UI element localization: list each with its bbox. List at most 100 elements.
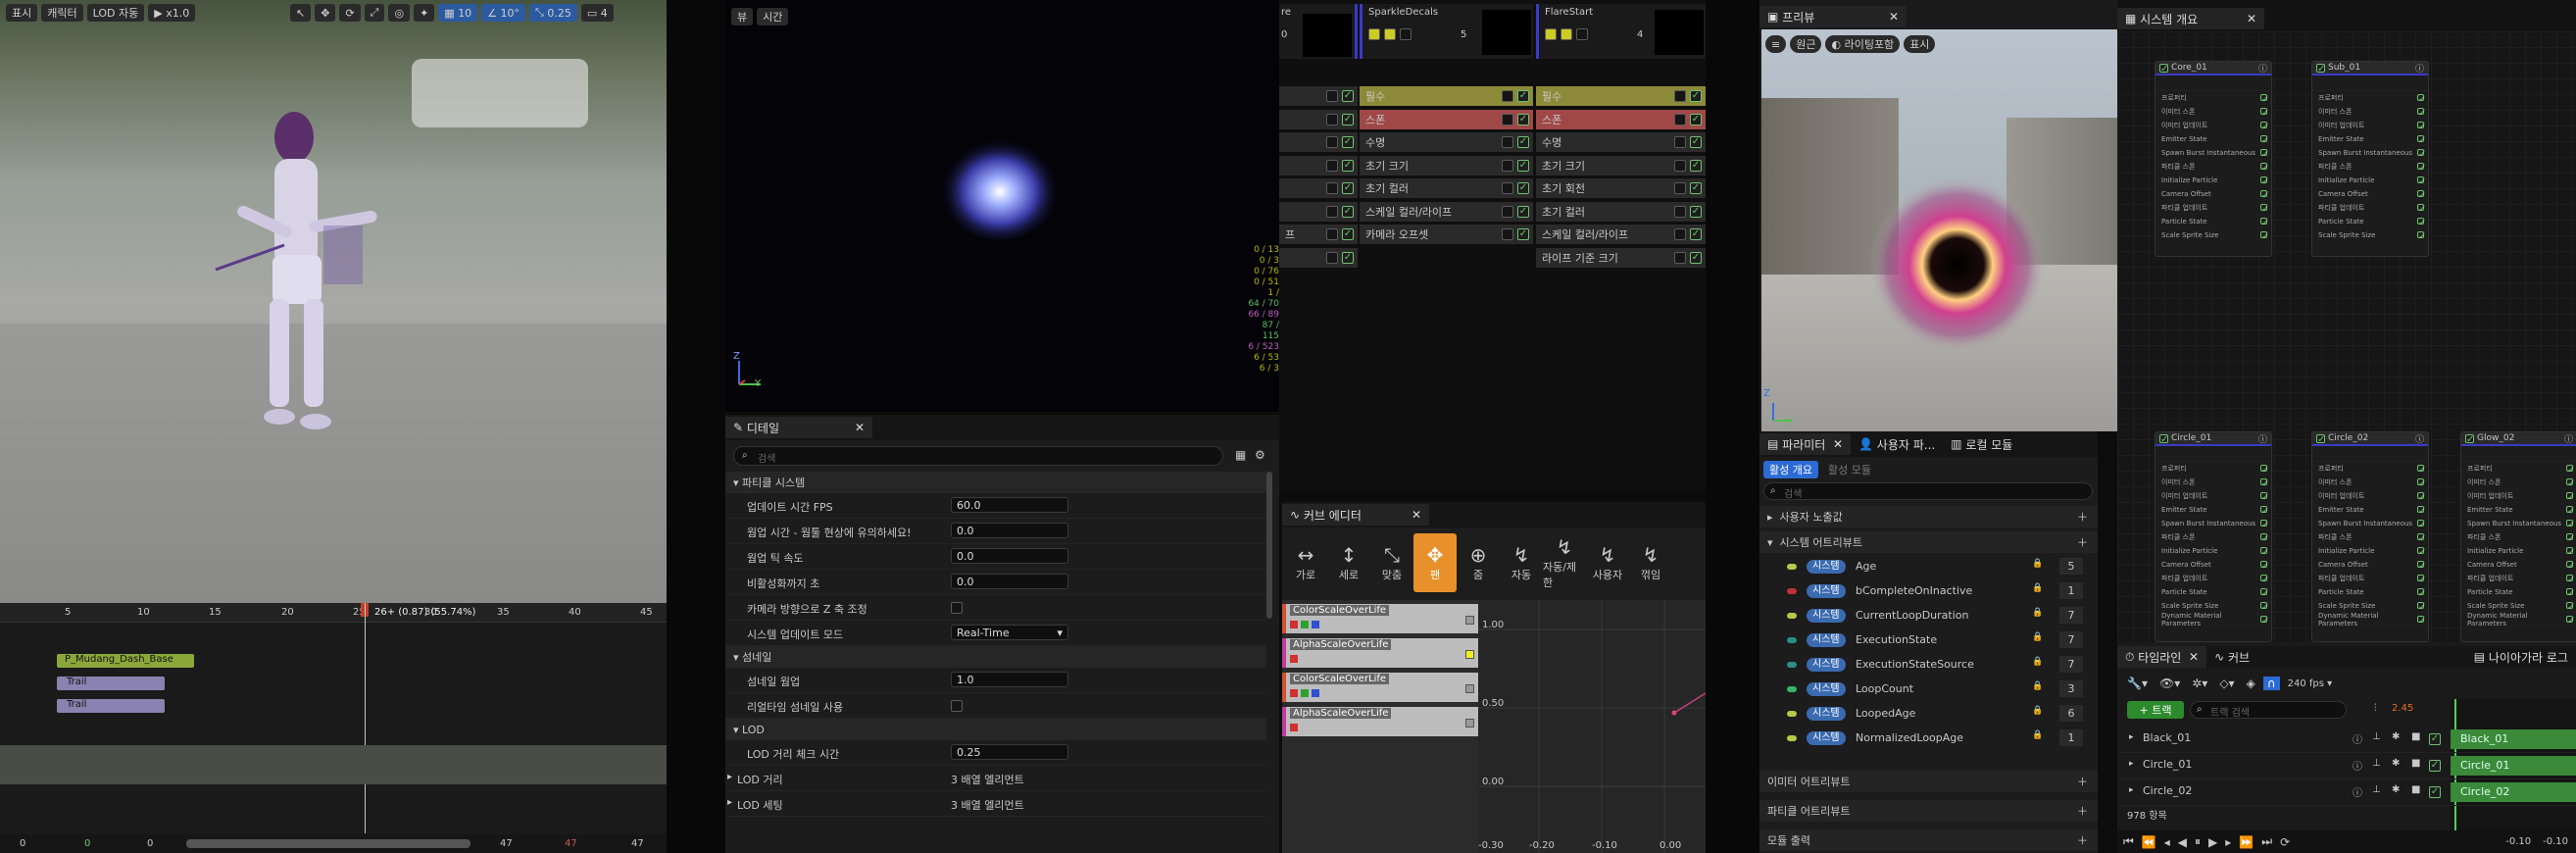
emitter-node-header[interactable]: Glow_02 ⓘ (2461, 432, 2576, 446)
node-module-row[interactable]: 프로퍼티 (2155, 91, 2271, 105)
channel-swatch[interactable] (1290, 724, 1298, 731)
module-row[interactable] (1279, 201, 1358, 222)
node-module-row[interactable]: Initialize Particle (2312, 174, 2428, 187)
module-enable-checkbox[interactable] (1690, 205, 1702, 218)
attribute-row[interactable]: 시스템 CurrentLoopDuration 🔒 7 (1759, 604, 2098, 628)
node-module-checkbox[interactable] (2260, 94, 2267, 101)
key-icon[interactable]: ◇▾ (2219, 677, 2234, 690)
module-enable-checkbox[interactable] (1690, 136, 1702, 148)
module-edit-icon[interactable] (1326, 205, 1338, 218)
chevron-right-icon[interactable]: ▸ (2129, 759, 2134, 769)
node-module-checkbox[interactable] (2260, 533, 2267, 540)
track-enable-checkbox[interactable] (2429, 733, 2441, 745)
visibility-icon[interactable]: ■ (2411, 758, 2420, 769)
curve-tool-button[interactable]: ✥ 팬 (1413, 533, 1457, 592)
node-module-checkbox[interactable] (2566, 478, 2573, 485)
play-reverse-icon[interactable]: ◀ (2178, 835, 2187, 849)
node-module-row[interactable]: 프로퍼티 (2461, 462, 2576, 476)
node-module-row[interactable]: 파티클 스폰 (2461, 530, 2576, 544)
channel-swatch[interactable] (1312, 689, 1319, 697)
add-icon[interactable]: ＋ (2077, 832, 2088, 848)
node-module-checkbox[interactable] (2260, 218, 2267, 225)
module-enable-checkbox[interactable] (1342, 113, 1354, 125)
tab-curve[interactable]: ∿ 커브 (2206, 646, 2257, 668)
emitter-header[interactable]: re 0 (1279, 4, 1358, 59)
node-module-checkbox[interactable] (2417, 190, 2424, 197)
track-row[interactable]: ▸ Circle_02 ⓘ ⊥ ✱ ■ Circle_02 (2117, 779, 2576, 806)
node-module-checkbox[interactable] (2566, 520, 2573, 527)
emitter-node-header[interactable]: Circle_02 ⓘ (2312, 432, 2428, 446)
active-overview-button[interactable]: 활성 개요 (1763, 461, 1818, 478)
camera-speed-button[interactable]: ▭ 4 (580, 4, 614, 22)
module-edit-icon[interactable] (1326, 113, 1338, 125)
add-icon[interactable]: ＋ (2077, 509, 2088, 525)
curve-tool-button[interactable]: ↯ 사용자 (1586, 533, 1629, 592)
attribute-row[interactable]: 시스템 ExecutionState 🔒 7 (1759, 628, 2098, 653)
node-module-row[interactable]: Particle State (2155, 585, 2271, 599)
scale-snap-button[interactable]: ⤡ 0.25 (529, 4, 577, 22)
tab-niagara-log[interactable]: ▤ 나이아가라 로그 (2466, 646, 2576, 668)
close-icon[interactable]: ✕ (1833, 437, 1843, 451)
menu-icon[interactable]: ≡ (1765, 35, 1787, 53)
module-output-section[interactable]: 모듈 출력 ＋ (1759, 829, 2098, 851)
module-enable-checkbox[interactable] (1517, 182, 1529, 194)
node-module-checkbox[interactable] (2260, 520, 2267, 527)
info-icon[interactable]: ⓘ (2564, 432, 2573, 445)
node-module-checkbox[interactable] (2417, 218, 2424, 225)
tab-parameters[interactable]: ▤ 파라미터 ✕ (1759, 433, 1852, 455)
chevron-right-icon[interactable]: ▸ (2129, 732, 2134, 742)
node-module-checkbox[interactable] (2417, 163, 2424, 170)
module-row[interactable]: 초기 회전 (1536, 178, 1706, 198)
property-value-input[interactable]: 0.0 (951, 523, 1068, 538)
close-icon[interactable]: ✕ (1889, 10, 1899, 24)
emitter-node-header[interactable]: Core_01 ⓘ (2155, 62, 2271, 75)
node-module-checkbox[interactable] (2566, 602, 2573, 609)
module-row[interactable]: 스폰 (1536, 109, 1706, 129)
track-section[interactable]: Circle_02 (2451, 782, 2576, 802)
node-module-row[interactable]: Spawn Burst Instantaneous (2312, 517, 2428, 530)
module-row[interactable]: 수명 (1536, 132, 1706, 152)
user-exposed-section[interactable]: ▸ 사용자 노출값 ＋ (1759, 506, 2098, 527)
node-module-row[interactable]: Particle State (2155, 215, 2271, 228)
node-module-row[interactable]: Initialize Particle (2312, 544, 2428, 558)
module-edit-icon[interactable] (1674, 182, 1686, 194)
node-module-checkbox[interactable] (2417, 602, 2424, 609)
close-icon[interactable]: ✕ (855, 421, 865, 434)
node-module-checkbox[interactable] (2566, 533, 2573, 540)
module-enable-checkbox[interactable] (1342, 159, 1354, 172)
overview-graph[interactable]: Core_01ⓘ프로퍼티이미터 스폰이미터 업데이트Emitter StateS… (2117, 31, 2576, 642)
module-edit-icon[interactable] (1502, 205, 1513, 218)
tab-preview[interactable]: ▣ 프리뷰 ✕ (1759, 6, 1907, 27)
tab-timeline[interactable]: ⏱ 타임라인 ✕ (2117, 646, 2207, 668)
play-speed-button[interactable]: ▶ x1.0 (148, 4, 196, 22)
emitter-solo-icon[interactable] (1560, 28, 1572, 40)
node-module-row[interactable]: Camera Offset (2461, 558, 2576, 572)
node-module-checkbox[interactable] (2260, 204, 2267, 211)
emitter-node[interactable]: Glow_02 ⓘ 프로퍼티이미터 스폰이미터 업데이트 Emitter State S… (2460, 431, 2576, 642)
module-row[interactable]: 초기 컬러 (1536, 201, 1706, 222)
module-row[interactable]: 스케일 컬러/라이프 (1536, 225, 1706, 244)
module-enable-checkbox[interactable] (1517, 113, 1529, 125)
node-module-checkbox[interactable] (2566, 547, 2573, 554)
close-icon[interactable]: ✕ (2247, 12, 2256, 25)
module-row[interactable]: 초기 크기 (1536, 155, 1706, 176)
node-module-row[interactable]: Camera Offset (2155, 558, 2271, 572)
node-module-checkbox[interactable] (2260, 122, 2267, 128)
module-enable-checkbox[interactable] (1690, 251, 1702, 264)
pin-icon[interactable]: ⊥ (2372, 731, 2381, 742)
grid-snap-button[interactable]: ▦ 10 (438, 4, 478, 22)
node-module-checkbox[interactable] (2417, 94, 2424, 101)
select-icon[interactable]: ↖ (290, 4, 312, 22)
module-enable-checkbox[interactable] (1342, 136, 1354, 148)
module-edit-icon[interactable] (1674, 205, 1686, 218)
node-module-row[interactable]: Emitter State (2155, 503, 2271, 517)
add-icon[interactable]: ＋ (2077, 774, 2088, 789)
current-time[interactable]: 2.45 (2392, 703, 2413, 714)
node-module-checkbox[interactable] (2417, 561, 2424, 568)
module-row[interactable]: 필수 (1536, 86, 1706, 106)
info-icon[interactable]: ⓘ (2415, 432, 2424, 445)
fps-dropdown[interactable]: 240 fps ▾ (2288, 678, 2333, 689)
track-section[interactable]: Black_01 (2451, 729, 2576, 749)
pin-icon[interactable]: ⊥ (2372, 758, 2381, 769)
info-icon[interactable]: ⓘ (2353, 731, 2362, 746)
